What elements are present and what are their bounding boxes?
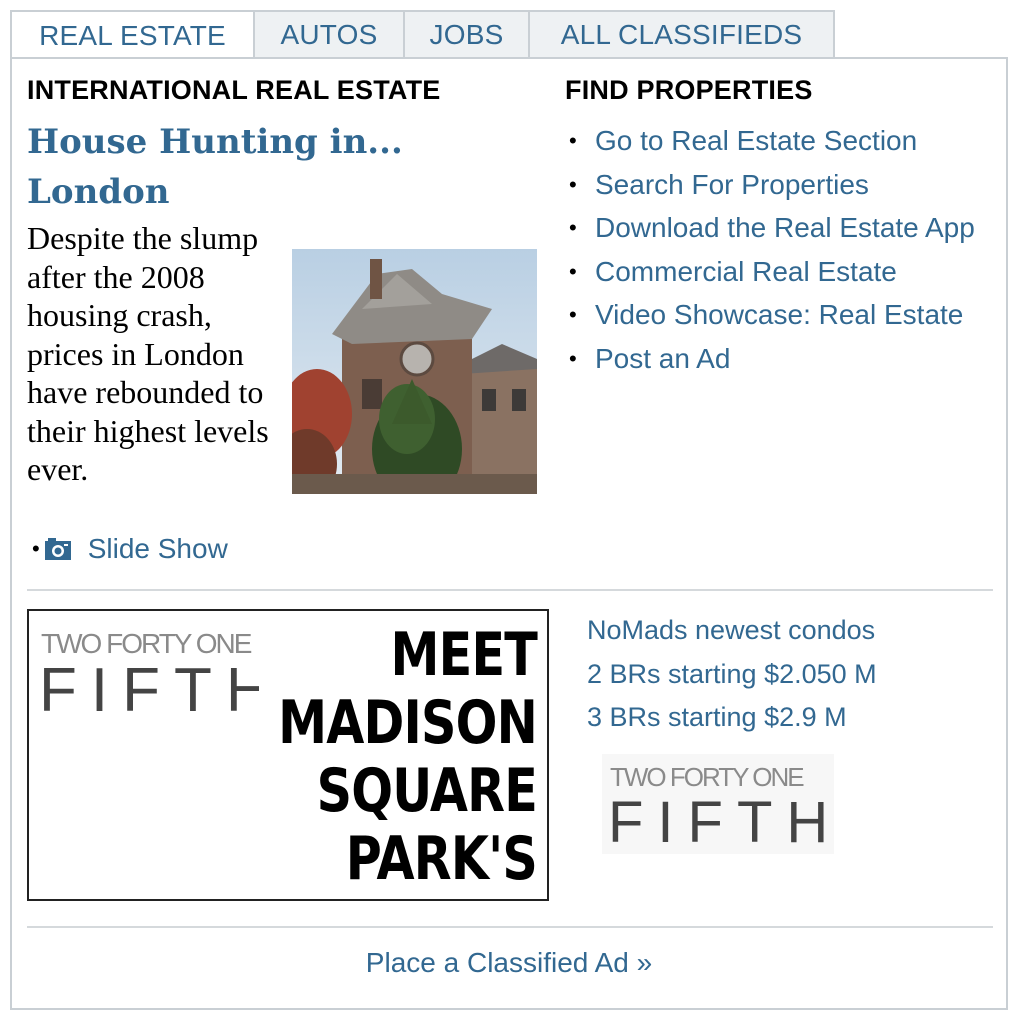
feature-summary: Despite the slump after the 2008 housing… (27, 220, 269, 487)
place-classified-ad: Place a Classified Ad » (12, 947, 1006, 979)
ad-line: MADISON (278, 688, 538, 758)
promo-line[interactable]: 2 BRs starting $2.050 M (587, 653, 877, 697)
ad-headline: MEET MADISON SQUARE PARK'S NEWEST NEIGHB… (29, 620, 538, 899)
tab-jobs[interactable]: JOBS (405, 10, 530, 58)
ad-line: NEWEST NEIGHBOR (120, 893, 538, 899)
link-post-ad[interactable]: Post an Ad (567, 337, 997, 381)
slideshow-label: Slide Show (87, 533, 228, 564)
bullet: • (32, 536, 40, 561)
promo-logo-top: TWO FORTY ONE (610, 762, 804, 792)
promo-line[interactable]: NoMads newest condos (587, 609, 877, 653)
find-properties-list: Go to Real Estate Section Search For Pro… (567, 119, 997, 380)
house-photo (292, 249, 537, 494)
link-video-showcase[interactable]: Video Showcase: Real Estate (567, 293, 997, 337)
tab-all-classifieds[interactable]: ALL CLASSIFIEDS (530, 10, 835, 58)
link-search-properties[interactable]: Search For Properties (567, 163, 997, 207)
divider (27, 926, 993, 928)
ad-line: MEET (390, 620, 538, 690)
link-commercial-real-estate[interactable]: Commercial Real Estate (567, 250, 997, 294)
promo-line[interactable]: 3 BRs starting $2.9 M (587, 696, 877, 740)
promo-text: NoMads newest condos 2 BRs starting $2.0… (587, 609, 877, 740)
tab-real-estate[interactable]: REAL ESTATE (10, 10, 255, 60)
find-properties-kicker: FIND PROPERTIES (565, 75, 813, 105)
promo-logo[interactable]: TWO FORTY ONE FIFTH (602, 754, 834, 854)
ad-banner[interactable]: TWO FORTY ONE FIFTH MEET MADISON SQUARE … (27, 609, 549, 901)
link-download-app[interactable]: Download the Real Estate App (567, 206, 997, 250)
link-real-estate-section[interactable]: Go to Real Estate Section (567, 119, 997, 163)
classifieds-tabs: REAL ESTATE AUTOS JOBS ALL CLASSIFIEDS (10, 10, 835, 60)
slideshow-link[interactable]: • Slide Show (32, 533, 228, 565)
feature-headline[interactable]: House Hunting in... London (27, 117, 497, 217)
divider (27, 589, 993, 591)
place-classified-ad-link[interactable]: Place a Classified Ad » (366, 947, 652, 978)
feature-thumbnail[interactable] (292, 249, 537, 494)
feature-kicker: INTERNATIONAL REAL ESTATE (27, 75, 441, 105)
promo-logo-bottom: FIFTH (608, 790, 834, 854)
ad-line: SQUARE PARK'S (316, 756, 538, 894)
real-estate-panel: INTERNATIONAL REAL ESTATE House Hunting … (10, 57, 1008, 1010)
camera-icon (44, 538, 71, 560)
tab-autos[interactable]: AUTOS (255, 10, 405, 58)
